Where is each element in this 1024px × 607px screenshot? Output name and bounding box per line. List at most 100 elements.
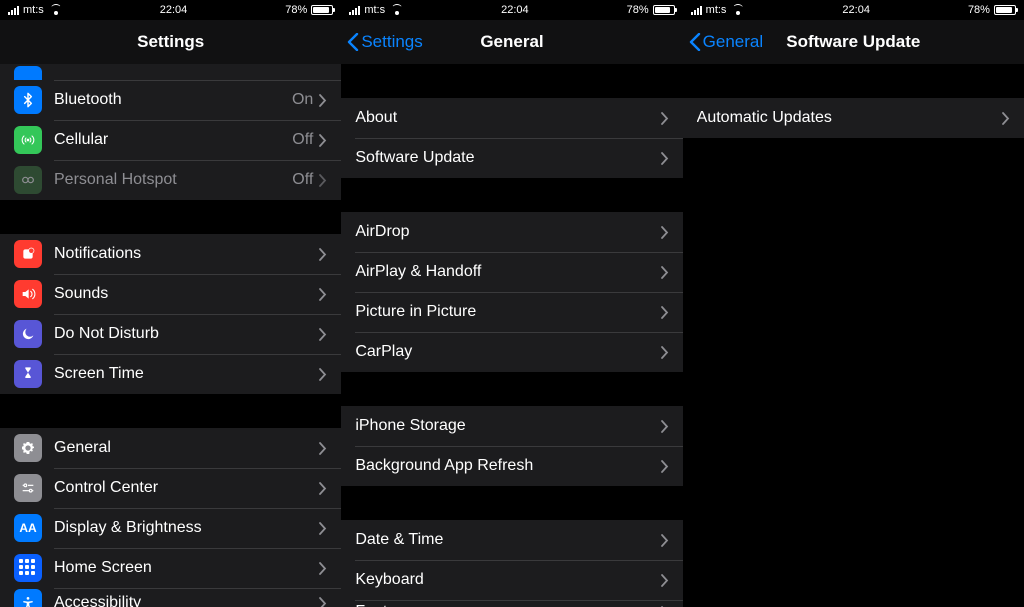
general-pane: mt:s 22:04 78% Settings General About	[341, 0, 682, 607]
chevron-right-icon	[1002, 112, 1010, 125]
general-row-airplay[interactable]: AirPlay & Handoff	[341, 252, 682, 292]
dnd-icon	[14, 320, 42, 348]
general-row-about[interactable]: About	[341, 98, 682, 138]
battery-icon	[653, 5, 675, 15]
cellular-icon	[14, 126, 42, 154]
settings-row-general[interactable]: General	[0, 428, 341, 468]
row-label: Control Center	[54, 479, 319, 497]
carrier-label: mt:s	[706, 4, 727, 16]
chevron-right-icon	[661, 306, 669, 319]
battery-icon	[311, 5, 333, 15]
general-row-softwareupdate[interactable]: Software Update	[341, 138, 682, 178]
settings-row-display[interactable]: AA Display & Brightness	[0, 508, 341, 548]
chevron-right-icon	[661, 574, 669, 587]
page-title: Settings	[137, 32, 204, 52]
row-label: Background App Refresh	[355, 457, 660, 475]
chevron-right-icon	[319, 368, 327, 381]
settings-row-dnd[interactable]: Do Not Disturb	[0, 314, 341, 354]
automatic-updates-row[interactable]: Automatic Updates	[683, 98, 1024, 138]
softwareupdate-pane: mt:s 22:04 78% General Software Update A…	[683, 0, 1024, 607]
chevron-right-icon	[319, 522, 327, 535]
signal-icon	[349, 6, 360, 15]
accessibility-icon	[14, 589, 42, 607]
row-label: Sounds	[54, 285, 319, 303]
back-button[interactable]: General	[689, 32, 763, 52]
battery-icon	[994, 5, 1016, 15]
softwareupdate-list[interactable]: Automatic Updates	[683, 64, 1024, 607]
chevron-right-icon	[319, 482, 327, 495]
chevron-right-icon	[319, 597, 327, 607]
settings-row-accessibility[interactable]: Accessibility	[0, 588, 341, 607]
row-label: Software Update	[355, 149, 660, 167]
hotspot-icon	[14, 166, 42, 194]
status-bar: mt:s 22:04 78%	[341, 0, 682, 20]
chevron-right-icon	[661, 460, 669, 473]
settings-row-bluetooth[interactable]: Bluetooth On	[0, 80, 341, 120]
chevron-right-icon	[319, 248, 327, 261]
signal-icon	[691, 6, 702, 15]
settings-row-controlcenter[interactable]: Control Center	[0, 468, 341, 508]
screentime-icon	[14, 360, 42, 388]
general-row-pip[interactable]: Picture in Picture	[341, 292, 682, 332]
general-row-fonts[interactable]: Fonts	[341, 600, 682, 607]
sounds-icon	[14, 280, 42, 308]
row-label: Home Screen	[54, 559, 319, 577]
page-title: Software Update	[786, 32, 920, 52]
chevron-right-icon	[661, 420, 669, 433]
general-row-storage[interactable]: iPhone Storage	[341, 406, 682, 446]
row-value: Off	[292, 131, 313, 149]
wifi-row-icon	[14, 66, 42, 80]
chevron-right-icon	[661, 266, 669, 279]
chevron-right-icon	[661, 226, 669, 239]
wifi-icon	[391, 5, 403, 15]
status-bar: mt:s 22:04 78%	[683, 0, 1024, 20]
row-label: Accessibility	[54, 594, 319, 607]
row-label: Screen Time	[54, 365, 319, 383]
chevron-right-icon	[319, 442, 327, 455]
chevron-right-icon	[661, 346, 669, 359]
settings-row-cellular[interactable]: Cellular Off	[0, 120, 341, 160]
general-row-airdrop[interactable]: AirDrop	[341, 212, 682, 252]
general-list[interactable]: About Software Update AirDrop AirPlay & …	[341, 64, 682, 607]
battery-pct-label: 78%	[627, 4, 649, 16]
general-row-bgrefresh[interactable]: Background App Refresh	[341, 446, 682, 486]
back-label: Settings	[361, 32, 422, 52]
row-value: Off	[292, 171, 313, 189]
chevron-right-icon	[661, 112, 669, 125]
settings-row-wifi-partial[interactable]	[0, 64, 341, 80]
row-label: Cellular	[54, 131, 292, 149]
back-button[interactable]: Settings	[347, 32, 422, 52]
row-label: AirPlay & Handoff	[355, 263, 660, 281]
clock-label: 22:04	[501, 4, 529, 16]
three-panes: mt:s 22:04 78% Settings	[0, 0, 1024, 607]
wifi-icon	[732, 5, 744, 15]
battery-pct-label: 78%	[285, 4, 307, 16]
nav-bar: Settings	[0, 20, 341, 64]
row-label: AirDrop	[355, 223, 660, 241]
back-label: General	[703, 32, 763, 52]
signal-icon	[8, 6, 19, 15]
settings-row-hotspot[interactable]: Personal Hotspot Off	[0, 160, 341, 200]
gear-icon	[14, 434, 42, 462]
row-label: General	[54, 439, 319, 457]
general-row-keyboard[interactable]: Keyboard	[341, 560, 682, 600]
chevron-right-icon	[319, 174, 327, 187]
chevron-right-icon	[319, 94, 327, 107]
row-label: Personal Hotspot	[54, 171, 292, 189]
row-label: Notifications	[54, 245, 319, 263]
row-label: Bluetooth	[54, 91, 292, 109]
settings-list[interactable]: Bluetooth On Cellular Off Person	[0, 64, 341, 607]
row-label: Do Not Disturb	[54, 325, 319, 343]
controlcenter-icon	[14, 474, 42, 502]
general-row-carplay[interactable]: CarPlay	[341, 332, 682, 372]
nav-bar: Settings General	[341, 20, 682, 64]
settings-row-sounds[interactable]: Sounds	[0, 274, 341, 314]
row-label: About	[355, 109, 660, 127]
settings-row-homescreen[interactable]: Home Screen	[0, 548, 341, 588]
wifi-icon	[50, 5, 62, 15]
general-row-datetime[interactable]: Date & Time	[341, 520, 682, 560]
row-label: Automatic Updates	[697, 109, 1002, 127]
nav-bar: General Software Update	[683, 20, 1024, 64]
settings-row-screentime[interactable]: Screen Time	[0, 354, 341, 394]
settings-row-notifications[interactable]: Notifications	[0, 234, 341, 274]
